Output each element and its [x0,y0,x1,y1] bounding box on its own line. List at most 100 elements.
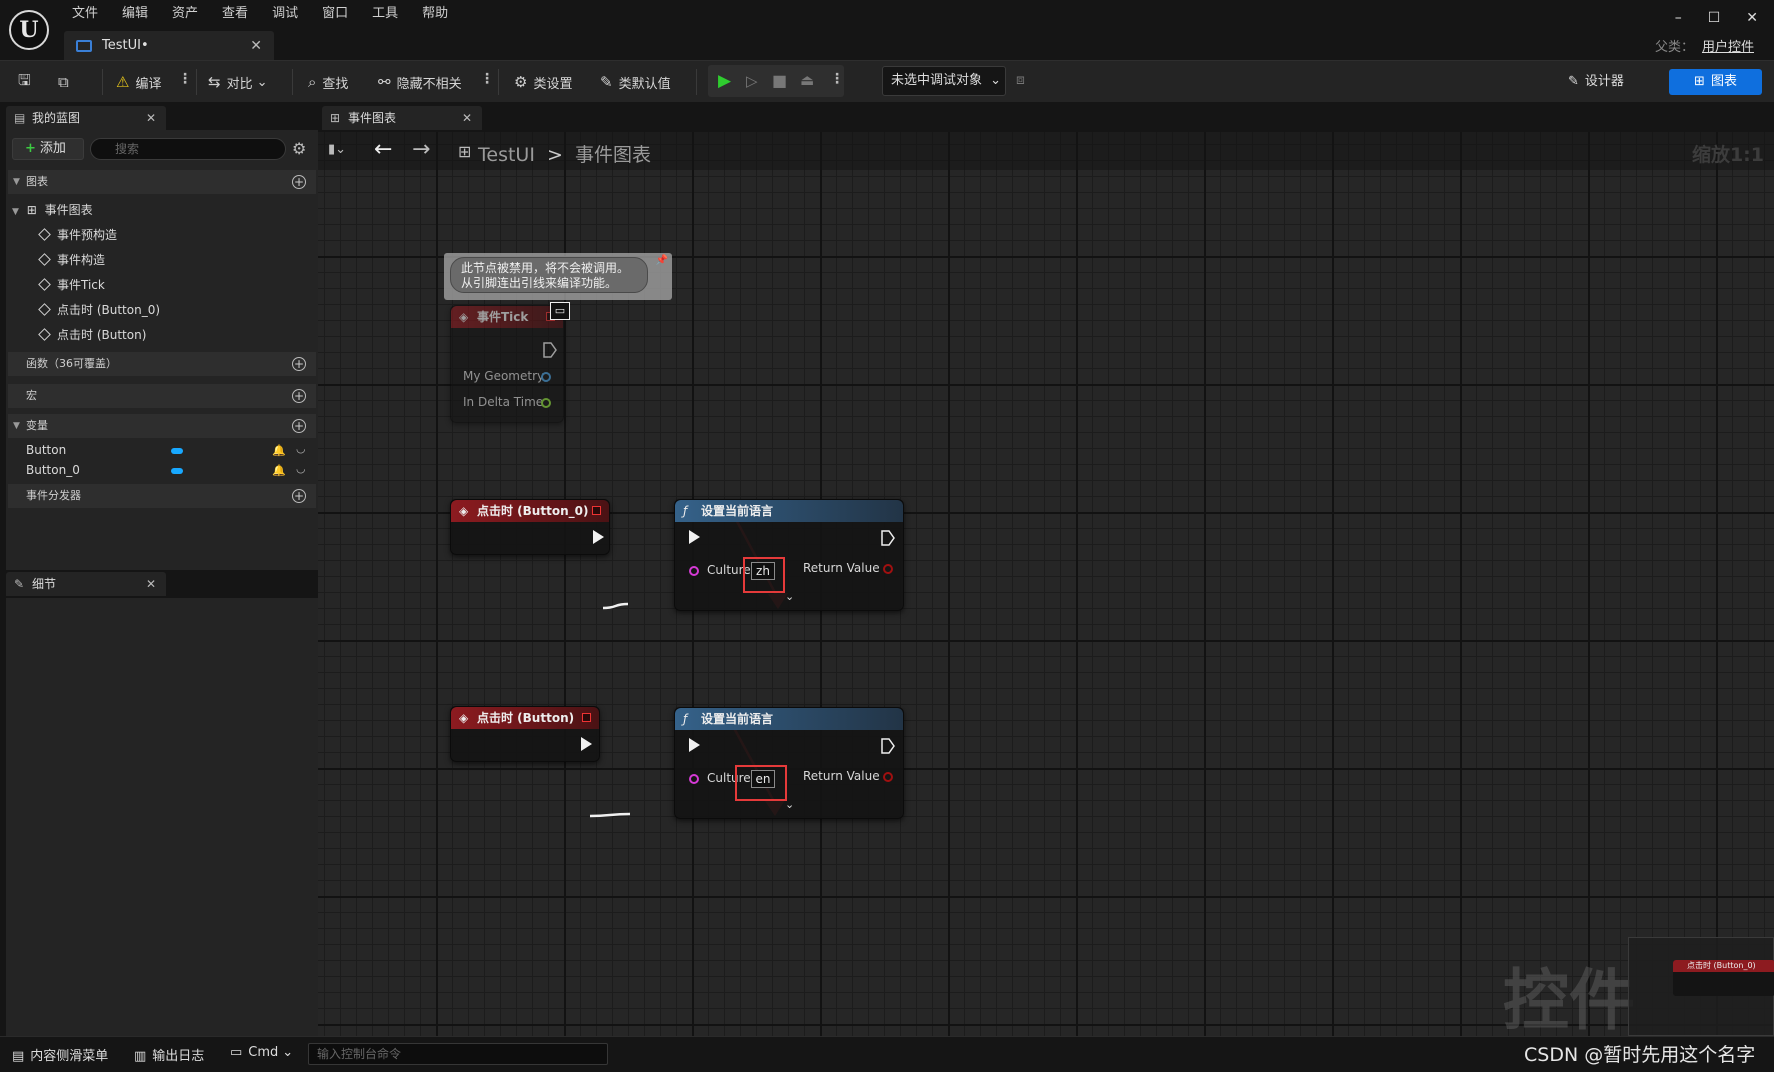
more-options-icon[interactable]: ⋮ [480,71,494,87]
on-clicked-button-node[interactable]: ◈ 点击时 (Button) [450,706,600,762]
play-icon[interactable]: ▶ [718,71,731,91]
close-icon[interactable]: ✕ [146,572,156,596]
graph-canvas[interactable]: ▮⌄ ← → ⊞ TestUI > 事件图表 缩放1:1 控件 ◈ 事件Tick… [318,132,1774,1036]
dispatchers-section[interactable]: 事件分发器 + [8,484,316,508]
exec-out-pin[interactable] [593,530,604,544]
add-function-icon[interactable]: + [292,357,306,371]
event-item[interactable]: 事件构造 [38,251,105,268]
debug-filter-icon[interactable]: ⧈ [1016,72,1025,88]
menu-file[interactable]: 文件 [60,6,110,22]
exec-in-pin[interactable] [689,530,700,544]
visibility-eye-icon[interactable]: ◡ [296,462,306,475]
event-graph-tab[interactable]: ⊞ 事件图表 ✕ [322,106,482,130]
menu-window[interactable]: 窗口 [310,6,360,22]
close-icon[interactable]: ✕ [462,106,472,130]
exec-in-pin[interactable] [689,738,700,752]
add-dispatcher-icon[interactable]: + [292,489,306,503]
return-value-pin[interactable] [883,772,893,782]
set-current-language-node[interactable]: ƒ 设置当前语言 Culture zh Return Value ⌄ [674,499,904,611]
menu-asset[interactable]: 资产 [160,6,210,22]
details-tab[interactable]: ✎ 细节 ✕ [6,572,166,596]
add-macro-icon[interactable]: + [292,389,306,403]
functions-section[interactable]: 函数（36可覆盖） + [8,352,316,376]
step-icon[interactable]: ▷ [746,72,758,90]
variables-section[interactable]: ▼ 变量 + [8,414,316,438]
close-tab-icon[interactable]: ✕ [250,38,262,54]
graph-mode-button[interactable]: ⊞ 图表 [1669,69,1762,95]
cmd-select[interactable]: ▭ Cmd ⌄ [230,1045,293,1060]
delta-time-pin[interactable] [541,398,551,408]
diff-button[interactable]: ⇆ 对比 ⌄ [208,67,268,97]
culture-pin[interactable] [689,774,699,784]
replication-icon[interactable]: 🔔 [272,464,286,477]
add-variable-icon[interactable]: + [292,419,306,433]
console-icon: ▭ [230,1045,243,1060]
event-tick-node[interactable]: ◈ 事件Tick My Geometry In Delta Time [450,305,564,423]
on-clicked-button0-node[interactable]: ◈ 点击时 (Button_0) [450,499,610,555]
debug-object-select[interactable]: 未选中调试对象 ⌄ [882,66,1006,96]
minimize-button[interactable]: – [1675,10,1682,26]
replication-icon[interactable]: 🔔 [272,444,286,457]
menu-view[interactable]: 查看 [210,6,260,22]
variable-item[interactable]: Button [26,443,66,457]
document-tab[interactable]: TestUI• ✕ [64,31,274,60]
compile-options-icon[interactable]: ⋮ [178,71,192,87]
exec-out-pin[interactable] [881,738,895,754]
disabled-node-comment: 此节点被禁用，将不会被调用。 从引脚连出引线来编译功能。 📌 [444,253,672,300]
chevron-down-icon[interactable]: ⌄ [785,590,794,603]
class-defaults-button[interactable]: ✎ 类默认值 [600,67,671,97]
menu-edit[interactable]: 编辑 [110,6,160,22]
variables-section-label: 变量 [26,419,48,432]
event-item[interactable]: 事件Tick [38,276,105,293]
stop-icon[interactable]: ■ [772,71,787,90]
delegate-pin[interactable] [592,506,601,515]
hide-unrelated-button[interactable]: ⚯ 隐藏不相关 [378,67,462,97]
visibility-eye-icon[interactable]: ◡ [296,442,306,455]
graph-mode-label: 图表 [1710,74,1737,89]
exec-out-pin[interactable] [881,530,895,546]
pencil-icon: ✎ [600,73,613,91]
find-button[interactable]: ⌕ 查找 [308,67,348,97]
class-settings-button[interactable]: ⚙ 类设置 [514,67,572,97]
parent-class-link[interactable]: 用户控件 [1702,40,1754,55]
exec-out-pin[interactable] [543,342,557,358]
event-graph-item[interactable]: ▼ ⊞ 事件图表 [12,201,93,218]
pin-comment-icon[interactable]: 📌 [656,255,668,266]
output-log-button[interactable]: ▥ 输出日志 [134,1045,204,1064]
graphs-section[interactable]: ▼ 图表 + [8,170,316,194]
menu-help[interactable]: 帮助 [410,6,460,22]
macros-section[interactable]: 宏 + [8,384,316,408]
close-icon[interactable]: ✕ [146,106,156,130]
close-window-button[interactable]: ✕ [1746,10,1758,26]
unreal-logo[interactable]: U [9,10,49,50]
content-drawer-button[interactable]: ▤ 内容侧滑菜单 [12,1045,108,1064]
event-item[interactable]: 点击时 (Button_0) [38,301,160,318]
menu-tools[interactable]: 工具 [360,6,410,22]
node-header: ƒ 设置当前语言 [675,500,903,522]
delegate-pin[interactable] [582,713,591,722]
search-input[interactable]: 搜索 [90,138,286,160]
add-label: 添加 [39,141,66,156]
settings-gear-icon[interactable]: ⚙ [292,139,306,158]
save-button[interactable]: 🖫 [18,67,37,97]
return-value-pin[interactable] [883,564,893,574]
variable-item[interactable]: Button_0 [26,463,80,477]
menu-debug[interactable]: 调试 [260,6,310,22]
add-graph-icon[interactable]: + [292,175,306,189]
add-button[interactable]: + 添加 [12,138,84,160]
minimap[interactable]: 点击时 (Button_0) [1628,937,1774,1036]
culture-pin[interactable] [689,566,699,576]
play-options-icon[interactable]: ⋮ [830,71,844,87]
console-input[interactable]: 输入控制台命令 [308,1043,608,1065]
event-item[interactable]: 事件预构造 [38,226,117,243]
browse-button[interactable]: ⧉ [58,67,75,97]
compile-button[interactable]: ⚠ 编译 [116,67,161,97]
geometry-pin[interactable] [541,372,551,382]
set-current-language-node[interactable]: ƒ 设置当前语言 Culture en Return Value ⌄ [674,707,904,819]
maximize-button[interactable]: ☐ [1708,10,1721,26]
eject-icon[interactable]: ⏏ [800,71,814,89]
my-blueprint-tab[interactable]: ▤ 我的蓝图 ✕ [6,106,166,130]
designer-mode-button[interactable]: ✎ 设计器 [1568,70,1624,89]
exec-out-pin[interactable] [581,737,592,751]
event-item[interactable]: 点击时 (Button) [38,326,146,343]
